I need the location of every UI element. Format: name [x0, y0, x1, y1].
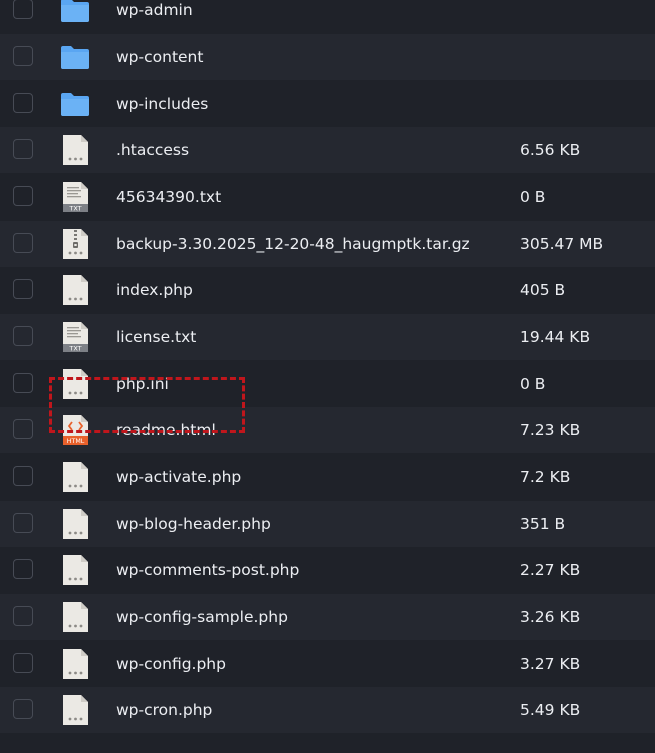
file-name[interactable]: wp-includes [116, 81, 208, 127]
file-name[interactable]: wp-config-sample.php [116, 594, 288, 640]
generic-file-icon [58, 647, 92, 681]
file-name[interactable]: wp-config.php [116, 641, 226, 687]
generic-file-icon [58, 133, 92, 167]
file-size: 19.44 KB [520, 328, 591, 346]
file-size: 0 B [520, 375, 546, 393]
row-checkbox[interactable] [13, 186, 33, 206]
file-name[interactable]: php.ini [116, 361, 169, 407]
file-size: 305.47 MB [520, 235, 604, 253]
folder-icon [58, 0, 92, 27]
row-checkbox[interactable] [13, 373, 33, 393]
file-size: 3.27 KB [520, 655, 581, 673]
row-checkbox[interactable] [13, 279, 33, 299]
txt-file-icon: TXT [58, 320, 92, 354]
generic-file-icon [58, 693, 92, 727]
folder-icon [58, 40, 92, 74]
txt-file-icon: TXT [58, 180, 92, 214]
generic-file-icon [58, 600, 92, 634]
file-size: 7.2 KB [520, 468, 571, 486]
file-row[interactable]: wp-activate.php 7.2 KB [0, 454, 655, 500]
txt-badge-text: TXT [68, 205, 81, 213]
row-checkbox[interactable] [13, 93, 33, 113]
file-size: 0 B [520, 188, 546, 206]
file-size: 3.26 KB [520, 608, 581, 626]
row-checkbox[interactable] [13, 419, 33, 439]
row-checkbox[interactable] [13, 559, 33, 579]
file-size: 7.23 KB [520, 421, 581, 439]
file-size: 405 B [520, 281, 566, 299]
file-name[interactable]: wp-content [116, 34, 203, 80]
txt-badge-text: TXT [68, 345, 81, 353]
file-row[interactable]: wp-config.php 3.27 KB [0, 641, 655, 687]
file-size: 2.27 KB [520, 561, 581, 579]
file-name[interactable]: index.php [116, 267, 193, 313]
row-checkbox[interactable] [13, 326, 33, 346]
file-row[interactable]: php.ini 0 B [0, 361, 655, 407]
file-name[interactable]: wp-blog-header.php [116, 501, 271, 547]
html-file-icon: HTML [58, 413, 92, 447]
row-checkbox[interactable] [13, 139, 33, 159]
file-row[interactable]: wp-blog-header.php 351 B [0, 501, 655, 547]
folder-icon [58, 87, 92, 121]
generic-file-icon [58, 507, 92, 541]
file-row[interactable]: HTML readme.html 7.23 KB [0, 407, 655, 453]
file-name[interactable]: wp-admin [116, 0, 193, 33]
generic-file-icon [58, 273, 92, 307]
folder-row[interactable]: wp-content [0, 34, 655, 80]
file-row[interactable]: wp-cron.php 5.49 KB [0, 687, 655, 733]
file-name[interactable]: readme.html [116, 407, 216, 453]
row-checkbox[interactable] [13, 653, 33, 673]
file-row[interactable]: index.php 405 B [0, 267, 655, 313]
file-list: wp-admin wp-content wp-includes .htaccess 6.… [0, 0, 655, 753]
file-row[interactable]: backup-3.30.2025_12-20-48_haugmptk.tar.g… [0, 221, 655, 267]
file-row[interactable]: TXT 45634390.txt 0 B [0, 174, 655, 220]
generic-file-icon [58, 460, 92, 494]
file-row[interactable]: .htaccess 6.56 KB [0, 127, 655, 173]
file-row[interactable]: TXT license.txt 19.44 KB [0, 314, 655, 360]
row-checkbox[interactable] [13, 606, 33, 626]
generic-file-icon [58, 367, 92, 401]
file-name[interactable]: backup-3.30.2025_12-20-48_haugmptk.tar.g… [116, 221, 470, 267]
generic-file-icon [58, 553, 92, 587]
folder-row[interactable]: wp-admin [0, 0, 655, 33]
file-name[interactable]: 45634390.txt [116, 174, 221, 220]
row-checkbox[interactable] [13, 699, 33, 719]
file-name[interactable]: license.txt [116, 314, 196, 360]
file-name[interactable]: wp-comments-post.php [116, 547, 299, 593]
row-checkbox[interactable] [13, 466, 33, 486]
file-name[interactable]: wp-cron.php [116, 687, 212, 733]
html-badge-text: HTML [67, 438, 85, 445]
row-checkbox[interactable] [13, 513, 33, 533]
file-size: 6.56 KB [520, 141, 581, 159]
file-row[interactable]: wp-config-sample.php 3.26 KB [0, 594, 655, 640]
archive-file-icon [58, 227, 92, 261]
row-checkbox[interactable] [13, 46, 33, 66]
folder-row[interactable]: wp-includes [0, 81, 655, 127]
file-row[interactable]: wp-comments-post.php 2.27 KB [0, 547, 655, 593]
file-name[interactable]: wp-activate.php [116, 454, 241, 500]
file-size: 351 B [520, 515, 566, 533]
row-checkbox[interactable] [13, 233, 33, 253]
file-size: 5.49 KB [520, 701, 581, 719]
row-checkbox[interactable] [13, 0, 33, 19]
file-name[interactable]: .htaccess [116, 127, 189, 173]
